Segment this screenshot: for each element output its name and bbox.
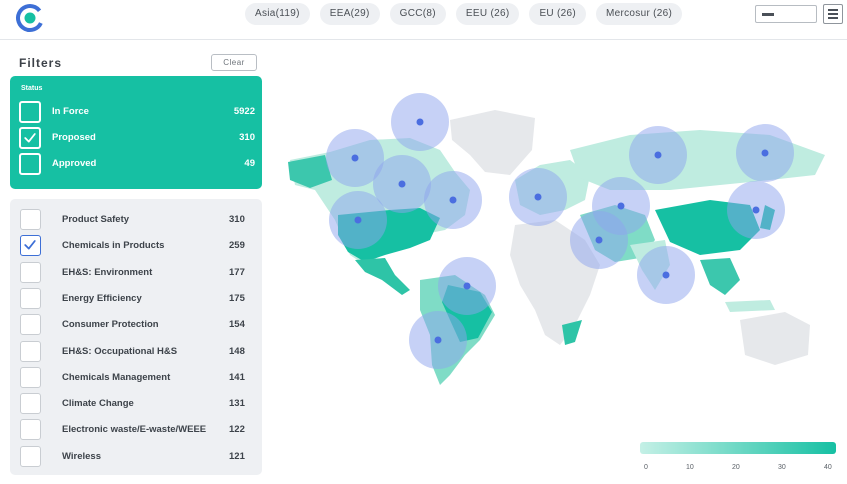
topic-filter-row[interactable]: Wireless 121	[20, 445, 256, 468]
topic-label: EH&S: Occupational H&S	[62, 345, 178, 357]
topic-filter-row[interactable]: Energy Efficiency 175	[20, 287, 256, 310]
region-tab[interactable]: Mercosur (26)	[596, 3, 683, 25]
region-search-input[interactable]	[755, 5, 817, 23]
filters-title: Filters	[19, 56, 63, 70]
legend-tick-label: 0	[644, 464, 648, 471]
topic-filter-row[interactable]: Electronic waste/E-waste/WEEE 122	[20, 419, 256, 441]
status-label: Proposed	[52, 132, 96, 143]
topic-count: 154	[229, 319, 245, 331]
topic-checkbox[interactable]	[20, 261, 41, 283]
topic-count: 122	[229, 424, 245, 436]
status-checkbox[interactable]	[19, 101, 41, 123]
topic-label: Energy Efficiency	[62, 292, 142, 304]
status-label: Approved	[52, 158, 97, 169]
status-count: 49	[244, 158, 255, 169]
topic-checkbox[interactable]	[20, 366, 41, 388]
region-tab[interactable]: Asia(119)	[245, 3, 310, 25]
topic-filter-row[interactable]: Climate Change 131	[20, 393, 256, 415]
topic-count: 310	[229, 214, 245, 225]
topic-count: 259	[229, 240, 245, 252]
status-panel: Status In Force 5922 Proposed 310 Approved 49	[10, 76, 262, 189]
topic-filter-row[interactable]: EH&S: Occupational H&S 148	[20, 340, 256, 363]
topic-label: Product Safety	[62, 214, 130, 225]
indonesia-shape	[725, 300, 775, 312]
input-indicator-icon	[762, 13, 774, 16]
app-logo-icon[interactable]	[14, 2, 46, 34]
topic-label: Electronic waste/E-waste/WEEE	[62, 424, 207, 436]
status-filter-row[interactable]: Proposed 310	[19, 127, 255, 149]
topic-checkbox[interactable]	[20, 209, 41, 230]
topic-checkbox[interactable]	[20, 419, 41, 441]
topic-filter-row[interactable]: Chemicals Management 141	[20, 366, 256, 389]
world-map[interactable]	[270, 80, 847, 400]
topic-count: 141	[229, 371, 245, 383]
region-tabs: Asia(119) EEA(29) GCC(8) EEU (26) EU (26) Mer…	[245, 3, 683, 25]
status-count: 5922	[233, 106, 255, 117]
topic-filter-row[interactable]: Product Safety 310	[20, 209, 256, 231]
topic-count: 131	[229, 398, 245, 410]
status-checkbox[interactable]	[19, 153, 41, 175]
region-tab[interactable]: EEU (26)	[455, 3, 520, 25]
topic-filter-row[interactable]: Chemicals in Products 259	[20, 235, 256, 257]
region-tab[interactable]: EU (26)	[529, 3, 587, 25]
australia-shape	[740, 312, 810, 365]
checkmark-icon	[24, 133, 36, 143]
legend-gradient-bar	[640, 442, 836, 454]
checkmark-icon	[24, 240, 36, 250]
clear-button[interactable]: Clear	[211, 54, 257, 71]
topic-filter-row[interactable]: Consumer Protection 154	[20, 314, 256, 336]
region-tab[interactable]: GCC(8)	[389, 3, 446, 25]
status-label: In Force	[52, 106, 89, 117]
topic-count: 148	[229, 345, 245, 357]
topic-label: EH&S: Environment	[62, 266, 153, 278]
topic-label: Wireless	[62, 450, 101, 462]
topic-count: 175	[229, 292, 245, 304]
central-america-shape	[355, 258, 410, 295]
region-tab[interactable]: EEA(29)	[319, 3, 380, 25]
legend-tick-label: 10	[686, 464, 694, 471]
status-checkbox[interactable]	[19, 127, 41, 149]
topic-checkbox[interactable]	[20, 393, 41, 415]
hamburger-menu-icon[interactable]	[823, 4, 843, 24]
legend-tick-label: 20	[732, 464, 740, 471]
topic-checkbox[interactable]	[20, 445, 41, 467]
topic-label: Climate Change	[62, 398, 134, 410]
legend-tick-label: 30	[778, 464, 786, 471]
topic-count: 121	[229, 450, 245, 462]
status-heading: Status	[21, 85, 43, 92]
topic-checkbox[interactable]	[20, 340, 41, 362]
greenland-shape	[450, 110, 535, 175]
legend-tick-label: 40	[824, 464, 832, 471]
status-count: 310	[239, 132, 255, 143]
topic-checkbox[interactable]	[20, 287, 41, 309]
topic-label: Consumer Protection	[62, 319, 159, 331]
top-bar: Asia(119) EEA(29) GCC(8) EEU (26) EU (26) Mer…	[0, 0, 847, 40]
topic-checkbox[interactable]	[20, 314, 41, 336]
topics-panel: Product Safety 310 Chemicals in Products 25…	[10, 199, 262, 475]
topic-count: 177	[229, 266, 245, 278]
topic-checkbox[interactable]	[20, 235, 41, 257]
status-filter-row[interactable]: Approved 49	[19, 153, 255, 175]
topic-label: Chemicals in Products	[62, 240, 165, 252]
status-filter-row[interactable]: In Force 5922	[19, 101, 255, 123]
se-asia-shape	[700, 258, 740, 295]
topic-label: Chemicals Management	[62, 371, 171, 383]
topic-filter-row[interactable]: EH&S: Environment 177	[20, 261, 256, 284]
